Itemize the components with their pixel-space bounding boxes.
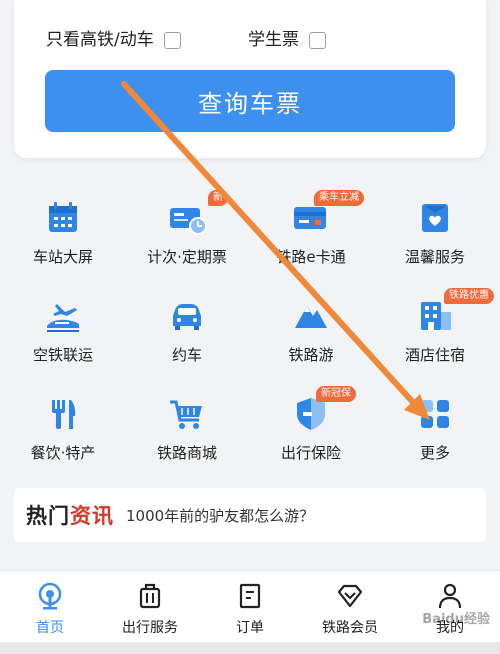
- grid-item-label: 铁路商城: [156, 444, 217, 462]
- railway-discount-badge: 铁路优惠: [444, 288, 494, 304]
- new-badge: 新: [208, 190, 228, 206]
- shopping-cart-icon: [170, 400, 202, 429]
- grid-item-ride-hailing[interactable]: 约车: [132, 284, 242, 374]
- grid-item-air-rail[interactable]: 空铁联运: [8, 284, 118, 374]
- high-speed-only-option[interactable]: 只看高铁/动车: [46, 30, 181, 50]
- hot-news-tag-prefix: 热门: [26, 503, 70, 528]
- covid-insurance-badge: 新冠保: [316, 386, 356, 402]
- grid-item-label: 铁路e卡通: [276, 248, 346, 266]
- grid-item-label: 出行保险: [280, 444, 341, 462]
- mountain-icon: [295, 306, 327, 328]
- grid-item-insurance[interactable]: 新冠保 出行保险: [256, 382, 366, 472]
- tab-label: 出行服务: [122, 620, 178, 636]
- order-list-icon: [239, 583, 261, 609]
- grid-item-periodic-ticket[interactable]: 新 计次·定期票: [132, 186, 242, 276]
- car-icon: [173, 304, 201, 330]
- heart-box-icon: [422, 204, 448, 232]
- diamond-icon: [337, 584, 363, 608]
- grid-item-label: 车站大屏: [32, 248, 93, 266]
- grid-item-more[interactable]: 更多: [380, 382, 490, 472]
- student-ticket-checkbox[interactable]: [309, 31, 326, 49]
- grid-item-label: 更多: [419, 444, 450, 462]
- ticket-card-icon: [170, 208, 207, 235]
- student-ticket-option[interactable]: 学生票: [248, 30, 326, 50]
- grid-item-label: 计次·定期票: [147, 248, 227, 266]
- tab-label: 订单: [236, 620, 264, 636]
- tab-label: 铁路会员: [322, 620, 378, 636]
- student-ticket-label: 学生票: [248, 30, 299, 50]
- tab-label: 首页: [36, 620, 64, 636]
- grid-item-label: 空铁联运: [32, 346, 93, 364]
- more-grid-icon: [421, 400, 449, 428]
- system-bottom-strip: [0, 642, 500, 654]
- hot-news-bar[interactable]: 热门资讯 1000年前的驴友都怎么游？: [14, 488, 486, 542]
- grid-item-hotel[interactable]: 铁路优惠 酒店住宿: [380, 284, 494, 374]
- high-speed-only-checkbox[interactable]: [163, 31, 181, 49]
- calendar-icon: [49, 202, 77, 232]
- grid-item-warm-service[interactable]: 温馨服务: [380, 186, 490, 276]
- home-train-icon: [38, 582, 62, 610]
- high-speed-only-label: 只看高铁/动车: [46, 30, 154, 50]
- grid-item-label: 约车: [171, 346, 202, 364]
- query-card: 只看高铁/动车 学生票 查询车票: [14, 0, 486, 158]
- hot-news-tag: 热门资讯: [26, 500, 114, 530]
- grid-item-label: 餐饮·特产: [30, 444, 96, 462]
- luggage-icon: [139, 583, 161, 609]
- grid-item-label: 酒店住宿: [404, 346, 465, 364]
- ride-discount-badge: 乘车立减: [314, 190, 364, 206]
- grid-item-label: 温馨服务: [404, 248, 465, 266]
- query-tickets-button[interactable]: 查询车票: [45, 70, 455, 132]
- grid-item-label: 铁路游: [288, 346, 334, 364]
- hot-news-tag-suffix: 资讯: [70, 503, 114, 528]
- baidu-jingyan-watermark: Baidu经验: [422, 612, 490, 627]
- grid-item-mall[interactable]: 铁路商城: [132, 382, 242, 472]
- grid-item-rail-travel[interactable]: 铁路游: [256, 284, 366, 374]
- user-icon: [438, 583, 462, 609]
- plane-train-icon: [47, 304, 79, 332]
- news-headline[interactable]: 1000年前的驴友都怎么游？: [126, 505, 314, 526]
- grid-item-station-screen[interactable]: 车站大屏: [8, 186, 118, 276]
- fork-knife-icon: [52, 400, 76, 429]
- grid-item-railway-ecard[interactable]: 乘车立减 铁路e卡通: [256, 186, 366, 276]
- grid-item-dining[interactable]: 餐饮·特产: [8, 382, 118, 472]
